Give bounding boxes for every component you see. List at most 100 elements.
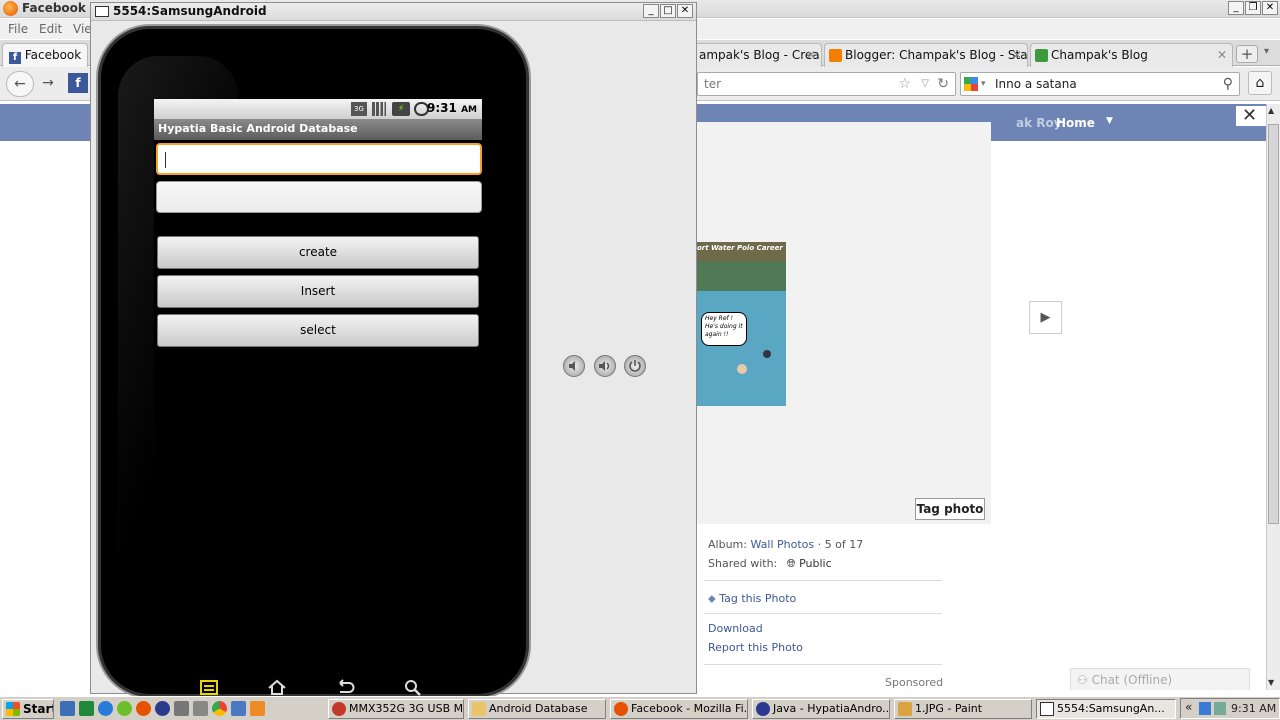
taskbar-item-label: MMX352G 3G USB M...: [349, 702, 464, 715]
chat-bar[interactable]: ⚇ Chat (Offline): [1070, 668, 1250, 690]
ie-icon[interactable]: [98, 701, 113, 716]
album-label: Album:: [708, 538, 747, 551]
close-tab-icon[interactable]: ✕: [806, 44, 816, 66]
scroll-up-icon[interactable]: ▲: [1268, 106, 1274, 115]
app-title-bar: Hypatia Basic Android Database: [154, 119, 482, 140]
quicklaunch-icon[interactable]: [60, 701, 75, 716]
water-polo-comic-image[interactable]: ort Water Polo Career Hey Ref ! He's doi…: [697, 242, 786, 406]
album-count: · 5 of 17: [814, 538, 864, 551]
window-app-icon: [95, 6, 109, 17]
firefox-icon: [3, 1, 18, 16]
taskbar-item-label: Java - HypatiaAndro...: [773, 702, 890, 715]
search-magnifier-icon[interactable]: ⚲: [1223, 73, 1233, 95]
first-text-field[interactable]: [156, 143, 482, 175]
volume-up-icon[interactable]: [594, 355, 616, 377]
back-arrow-icon[interactable]: ←: [6, 71, 34, 97]
chrome-icon[interactable]: [212, 701, 227, 716]
3g-icon: 3G: [351, 102, 367, 116]
menu-file[interactable]: File: [8, 22, 28, 36]
start-button[interactable]: Start: [2, 699, 54, 719]
minimize-button[interactable]: _: [1228, 1, 1244, 15]
address-bar[interactable]: ter ☆ ▽ ↻: [697, 72, 956, 96]
taskbar-item-emulator[interactable]: 5554:SamsungAn...: [1036, 699, 1176, 719]
device-screen: 3G ⚡︎ 9:31 AM Hypatia Basic Android Data…: [154, 99, 482, 659]
new-tab-button[interactable]: +: [1236, 45, 1258, 63]
quicklaunch-icon[interactable]: [250, 701, 265, 716]
start-label: Start: [23, 702, 54, 716]
google-engine-icon: [964, 77, 978, 91]
profile-link[interactable]: ak Roy: [1016, 116, 1062, 130]
swimmer-figure: [737, 364, 747, 374]
taskbar-item-android-database[interactable]: Android Database: [468, 699, 606, 719]
download-link[interactable]: Download: [708, 622, 763, 635]
tab-label: ampak's Blog - Crea...: [699, 48, 822, 62]
report-link[interactable]: Report this Photo: [708, 641, 803, 654]
home-icon[interactable]: ⌂: [1248, 71, 1272, 95]
close-button[interactable]: ✕: [1262, 1, 1278, 15]
tab-list-chevron-icon[interactable]: ▾: [1264, 46, 1269, 57]
close-tab-icon[interactable]: ✕: [1217, 44, 1227, 66]
quicklaunch-icon[interactable]: [79, 701, 94, 716]
scroll-down-icon[interactable]: ▼: [1268, 678, 1274, 687]
tab-blog-create[interactable]: ampak's Blog - Crea... ✕: [692, 43, 822, 67]
paint-icon: [898, 702, 912, 716]
quicklaunch-icon[interactable]: [117, 701, 132, 716]
eclipse-icon: [756, 702, 770, 716]
shared-value[interactable]: Public: [799, 557, 832, 570]
quicklaunch-icon[interactable]: [231, 701, 246, 716]
tag-this-photo-link[interactable]: ⬥ Tag this Photo: [708, 592, 796, 606]
blogger-favicon-icon: [829, 49, 842, 62]
tab-label: Champak's Blog: [1051, 48, 1148, 62]
folder-icon: [472, 702, 486, 716]
engine-dropdown-icon[interactable]: ▾: [981, 73, 986, 95]
page-scrollbar[interactable]: ▲ ▼: [1266, 104, 1280, 690]
address-text: ter: [704, 77, 722, 91]
tray-expand-icon[interactable]: «: [1185, 700, 1192, 714]
close-photo-icon[interactable]: ✕: [1242, 105, 1257, 126]
taskbar-item-label: 5554:SamsungAn...: [1057, 702, 1165, 715]
taskbar-item-paint[interactable]: 1.JPG - Paint: [894, 699, 1032, 719]
tray-icon[interactable]: [1214, 702, 1226, 715]
tab-champaks-blog[interactable]: Champak's Blog ✕: [1030, 43, 1233, 67]
tab-blogger-stats[interactable]: Blogger: Champak's Blog - Stats ✕: [824, 43, 1028, 67]
close-tab-icon[interactable]: ✕: [1012, 44, 1022, 66]
next-photo-icon[interactable]: ▶: [1029, 301, 1062, 334]
taskbar-item-firefox[interactable]: Facebook - Mozilla Fi...: [610, 699, 748, 719]
site-identity-icon[interactable]: f: [68, 73, 88, 93]
forward-arrow-icon[interactable]: →: [36, 73, 60, 95]
battery-charging-icon: ⚡︎: [392, 102, 410, 116]
album-link[interactable]: Wall Photos: [750, 538, 814, 551]
home-link[interactable]: Home: [1056, 116, 1095, 130]
network-icon[interactable]: [1199, 702, 1211, 715]
windows-logo-icon: [6, 702, 20, 716]
menu-edit[interactable]: Edit: [39, 22, 62, 36]
scroll-thumb[interactable]: [1268, 124, 1279, 524]
close-button[interactable]: ✕: [677, 4, 693, 18]
tab-facebook[interactable]: f Facebook: [2, 43, 88, 67]
insert-button[interactable]: Insert: [157, 275, 479, 308]
power-icon[interactable]: [624, 355, 646, 377]
bookmark-star-icon[interactable]: ☆: [898, 73, 911, 95]
restore-button[interactable]: ❐: [1245, 1, 1261, 15]
tag-photo-button[interactable]: Tag photo: [915, 498, 985, 520]
status-ampm: AM: [461, 105, 477, 115]
eclipse-icon[interactable]: [155, 701, 170, 716]
clock[interactable]: 9:31 AM: [1231, 702, 1276, 715]
search-bar[interactable]: ▾ Inno a satana ⚲: [960, 72, 1240, 96]
second-text-field[interactable]: [156, 181, 482, 213]
account-dropdown-icon[interactable]: ▼: [1106, 116, 1113, 126]
quicklaunch-icon[interactable]: [174, 701, 189, 716]
minimize-button[interactable]: _: [643, 4, 659, 18]
maximize-button[interactable]: □: [660, 4, 676, 18]
create-button[interactable]: create: [157, 236, 479, 269]
select-button[interactable]: select: [157, 314, 479, 347]
taskbar-item-java[interactable]: Java - HypatiaAndro...: [752, 699, 890, 719]
chat-user-icon: ⚇: [1077, 673, 1088, 687]
volume-down-icon[interactable]: [563, 355, 585, 377]
emulator-window-title: 5554:SamsungAndroid: [113, 4, 267, 18]
quicklaunch-icon[interactable]: [193, 701, 208, 716]
firefox-quicklaunch-icon[interactable]: [136, 701, 151, 716]
history-dropdown-icon[interactable]: ▽: [921, 73, 929, 95]
reload-icon[interactable]: ↻: [937, 73, 949, 95]
taskbar-item-modem[interactable]: MMX352G 3G USB M...: [328, 699, 464, 719]
